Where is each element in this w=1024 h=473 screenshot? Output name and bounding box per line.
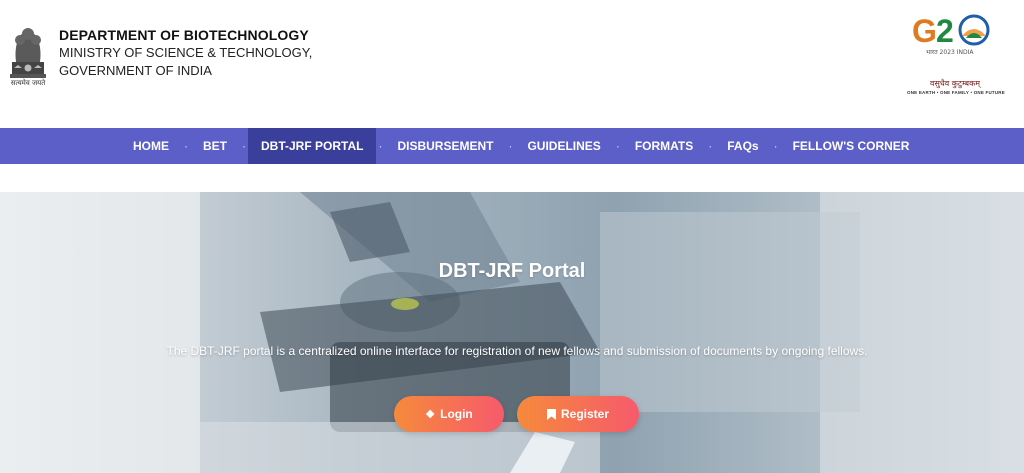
ministry-name: MINISTRY OF SCIENCE & TECHNOLOGY, <box>59 45 313 60</box>
nav-home[interactable]: HOME <box>120 128 182 164</box>
main-nav: HOME · BET · DBT-JRF PORTAL · DISBURSEME… <box>0 128 1024 164</box>
nav-dbt-jrf-portal[interactable]: DBT-JRF PORTAL <box>248 128 377 164</box>
nav-separator: · <box>615 139 620 153</box>
svg-text:G: G <box>912 13 937 49</box>
login-button[interactable]: ❖ Login <box>394 396 504 432</box>
microscope-background-image <box>0 192 1024 473</box>
nav-separator: · <box>242 139 246 153</box>
bookmark-icon <box>546 408 556 420</box>
department-name: DEPARTMENT OF BIOTECHNOLOGY <box>59 27 309 43</box>
nav-separator: · <box>508 139 513 153</box>
nav-items: HOME · BET · DBT-JRF PORTAL · DISBURSEME… <box>120 128 922 164</box>
login-label: Login <box>440 407 473 421</box>
register-label: Register <box>560 407 610 421</box>
nav-formats[interactable]: FORMATS <box>622 128 706 164</box>
hero-title: DBT-JRF Portal <box>438 260 586 282</box>
nav-separator: · <box>184 139 188 153</box>
nav-separator: · <box>708 139 713 153</box>
nav-separator: · <box>773 139 778 153</box>
g20-subtitle: भारत 2023 INDIA <box>926 49 974 56</box>
hero-banner: DBT-JRF Portal The DBT-JRF portal is a c… <box>0 192 1024 473</box>
nav-fellows-corner[interactable]: FELLOW'S CORNER <box>780 128 923 164</box>
nav-faqs[interactable]: FAQs <box>714 128 771 164</box>
nav-disbursement[interactable]: DISBURSEMENT <box>384 128 506 164</box>
site-header: सत्यमेव जयते DEPARTMENT OF BIOTECHNOLOGY… <box>0 0 1024 128</box>
svg-text:2: 2 <box>936 13 954 49</box>
g20-logo: G 2 भारत 2023 INDIA वसुधैव कुटुम्बकम् ON… <box>900 8 1012 118</box>
department-title: DEPARTMENT OF BIOTECHNOLOGY MINISTRY OF … <box>59 26 312 80</box>
tag-icon: ❖ <box>425 408 436 421</box>
emblem-caption: सत्यमेव जयते <box>10 79 46 87</box>
g20-hindi-motto: वसुधैव कुटुम्बकम् <box>930 79 981 88</box>
nav-bet[interactable]: BET <box>190 128 240 164</box>
g20-motto: ONE EARTH • ONE FAMILY • ONE FUTURE <box>907 90 1005 95</box>
nav-separator: · <box>378 139 383 153</box>
government-name: GOVERNMENT OF INDIA <box>59 63 212 78</box>
hero-description: The DBT-JRF portal is a centralized onli… <box>166 344 868 358</box>
register-button[interactable]: Register <box>517 396 639 432</box>
nav-guidelines[interactable]: GUIDELINES <box>514 128 613 164</box>
